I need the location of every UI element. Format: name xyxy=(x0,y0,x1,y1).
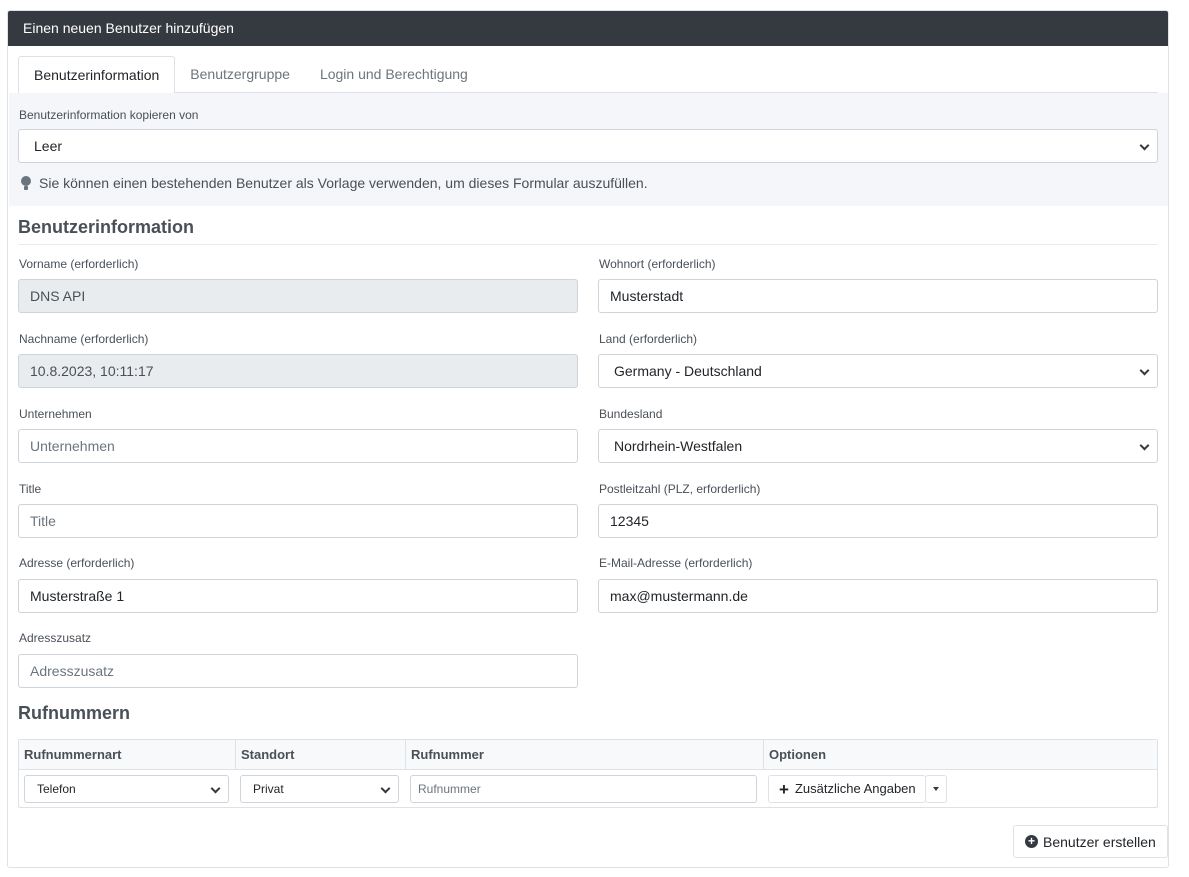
additional-info-label: Zusätzliche Angaben xyxy=(794,781,916,796)
vorname-field[interactable]: DNS API xyxy=(18,279,578,313)
phone-type-value: Telefon xyxy=(37,782,76,796)
chevron-down-icon xyxy=(1139,140,1150,151)
email-field[interactable]: max@mustermann.de xyxy=(598,579,1158,613)
section-divider xyxy=(18,244,1158,245)
bundesland-label: Bundesland xyxy=(599,407,663,421)
plus-circle-icon: + xyxy=(1025,835,1038,848)
adresse-field[interactable]: Musterstraße 1 xyxy=(18,579,578,613)
copy-hint-text: Sie können einen bestehenden Benutzer al… xyxy=(39,175,648,191)
phone-table-header: Rufnummernart Standort Rufnummer Optione… xyxy=(19,740,1157,770)
vorname-label: Vorname (erforderlich) xyxy=(19,257,139,271)
tab-benutzerinformation[interactable]: Benutzerinformation xyxy=(18,56,176,94)
bundesland-select[interactable]: Nordrhein-Westfalen xyxy=(598,429,1158,463)
tab-bar: Benutzerinformation Benutzergruppe Login… xyxy=(18,56,1158,94)
create-user-label: Benutzer erstellen xyxy=(1043,833,1156,850)
wohnort-label: Wohnort (erforderlich) xyxy=(599,257,716,271)
copy-from-value: Leer xyxy=(34,138,63,154)
section-title-rufnummern: Rufnummern xyxy=(18,703,130,723)
phone-number-input[interactable]: Rufnummer xyxy=(410,775,757,803)
copy-hint: Sie können einen bestehenden Benutzer al… xyxy=(21,175,648,191)
adresse-label: Adresse (erforderlich) xyxy=(19,556,135,570)
nachname-label: Nachname (erforderlich) xyxy=(19,332,149,346)
card-header: Einen neuen Benutzer hinzufügen xyxy=(8,11,1168,46)
bundesland-value: Nordrhein-Westfalen xyxy=(614,438,743,454)
additional-info-dropdown-toggle[interactable] xyxy=(925,775,947,803)
chevron-down-icon xyxy=(380,783,391,794)
add-user-card: Einen neuen Benutzer hinzufügen Benutzer… xyxy=(7,10,1169,868)
column-header-rufnummernart: Rufnummernart xyxy=(24,747,122,762)
land-select[interactable]: Germany - Deutschland xyxy=(598,354,1158,388)
column-header-standort: Standort xyxy=(235,740,405,770)
additional-info-button[interactable]: + Zusätzliche Angaben xyxy=(768,775,926,803)
tab-benutzergruppe[interactable]: Benutzergruppe xyxy=(175,56,305,93)
copy-from-select[interactable]: Leer xyxy=(18,129,1158,163)
tab-login-berechtigung[interactable]: Login und Berechtigung xyxy=(305,56,483,93)
adresszusatz-label: Adresszusatz xyxy=(19,631,92,645)
chevron-down-icon xyxy=(1139,365,1150,376)
copy-from-label: Benutzerinformation kopieren von xyxy=(19,108,199,122)
phone-location-value: Privat xyxy=(253,782,284,796)
phone-table: Rufnummernart Standort Rufnummer Optione… xyxy=(18,739,1158,808)
column-header-rufnummer: Rufnummer xyxy=(405,740,763,770)
nachname-field[interactable]: 10.8.2023, 10:11:17 xyxy=(18,354,578,388)
lightbulb-icon xyxy=(21,176,31,190)
wohnort-field[interactable]: Musterstadt xyxy=(598,279,1158,313)
land-label: Land (erforderlich) xyxy=(599,332,698,346)
section-title-benutzerinformation: Benutzerinformation xyxy=(18,217,195,237)
email-label: E-Mail-Adresse (erforderlich) xyxy=(599,556,753,570)
plz-field[interactable]: 12345 xyxy=(598,504,1158,538)
chevron-down-icon xyxy=(1139,440,1150,451)
title-field[interactable]: Title xyxy=(18,504,578,538)
plus-icon: + xyxy=(779,779,789,799)
unternehmen-field[interactable]: Unternehmen xyxy=(18,429,578,463)
create-user-button[interactable]: + Benutzer erstellen xyxy=(1013,825,1168,858)
phone-location-select[interactable]: Privat xyxy=(240,775,399,803)
unternehmen-label: Unternehmen xyxy=(19,407,92,421)
land-value: Germany - Deutschland xyxy=(614,363,762,379)
caret-down-icon xyxy=(933,787,939,791)
column-header-optionen: Optionen xyxy=(763,740,1157,770)
adresszusatz-field[interactable]: Adresszusatz xyxy=(18,654,578,688)
chevron-down-icon xyxy=(210,783,221,794)
plz-label: Postleitzahl (PLZ, erforderlich) xyxy=(599,482,761,496)
title-label: Title xyxy=(19,482,42,496)
phone-type-select[interactable]: Telefon xyxy=(24,775,229,803)
